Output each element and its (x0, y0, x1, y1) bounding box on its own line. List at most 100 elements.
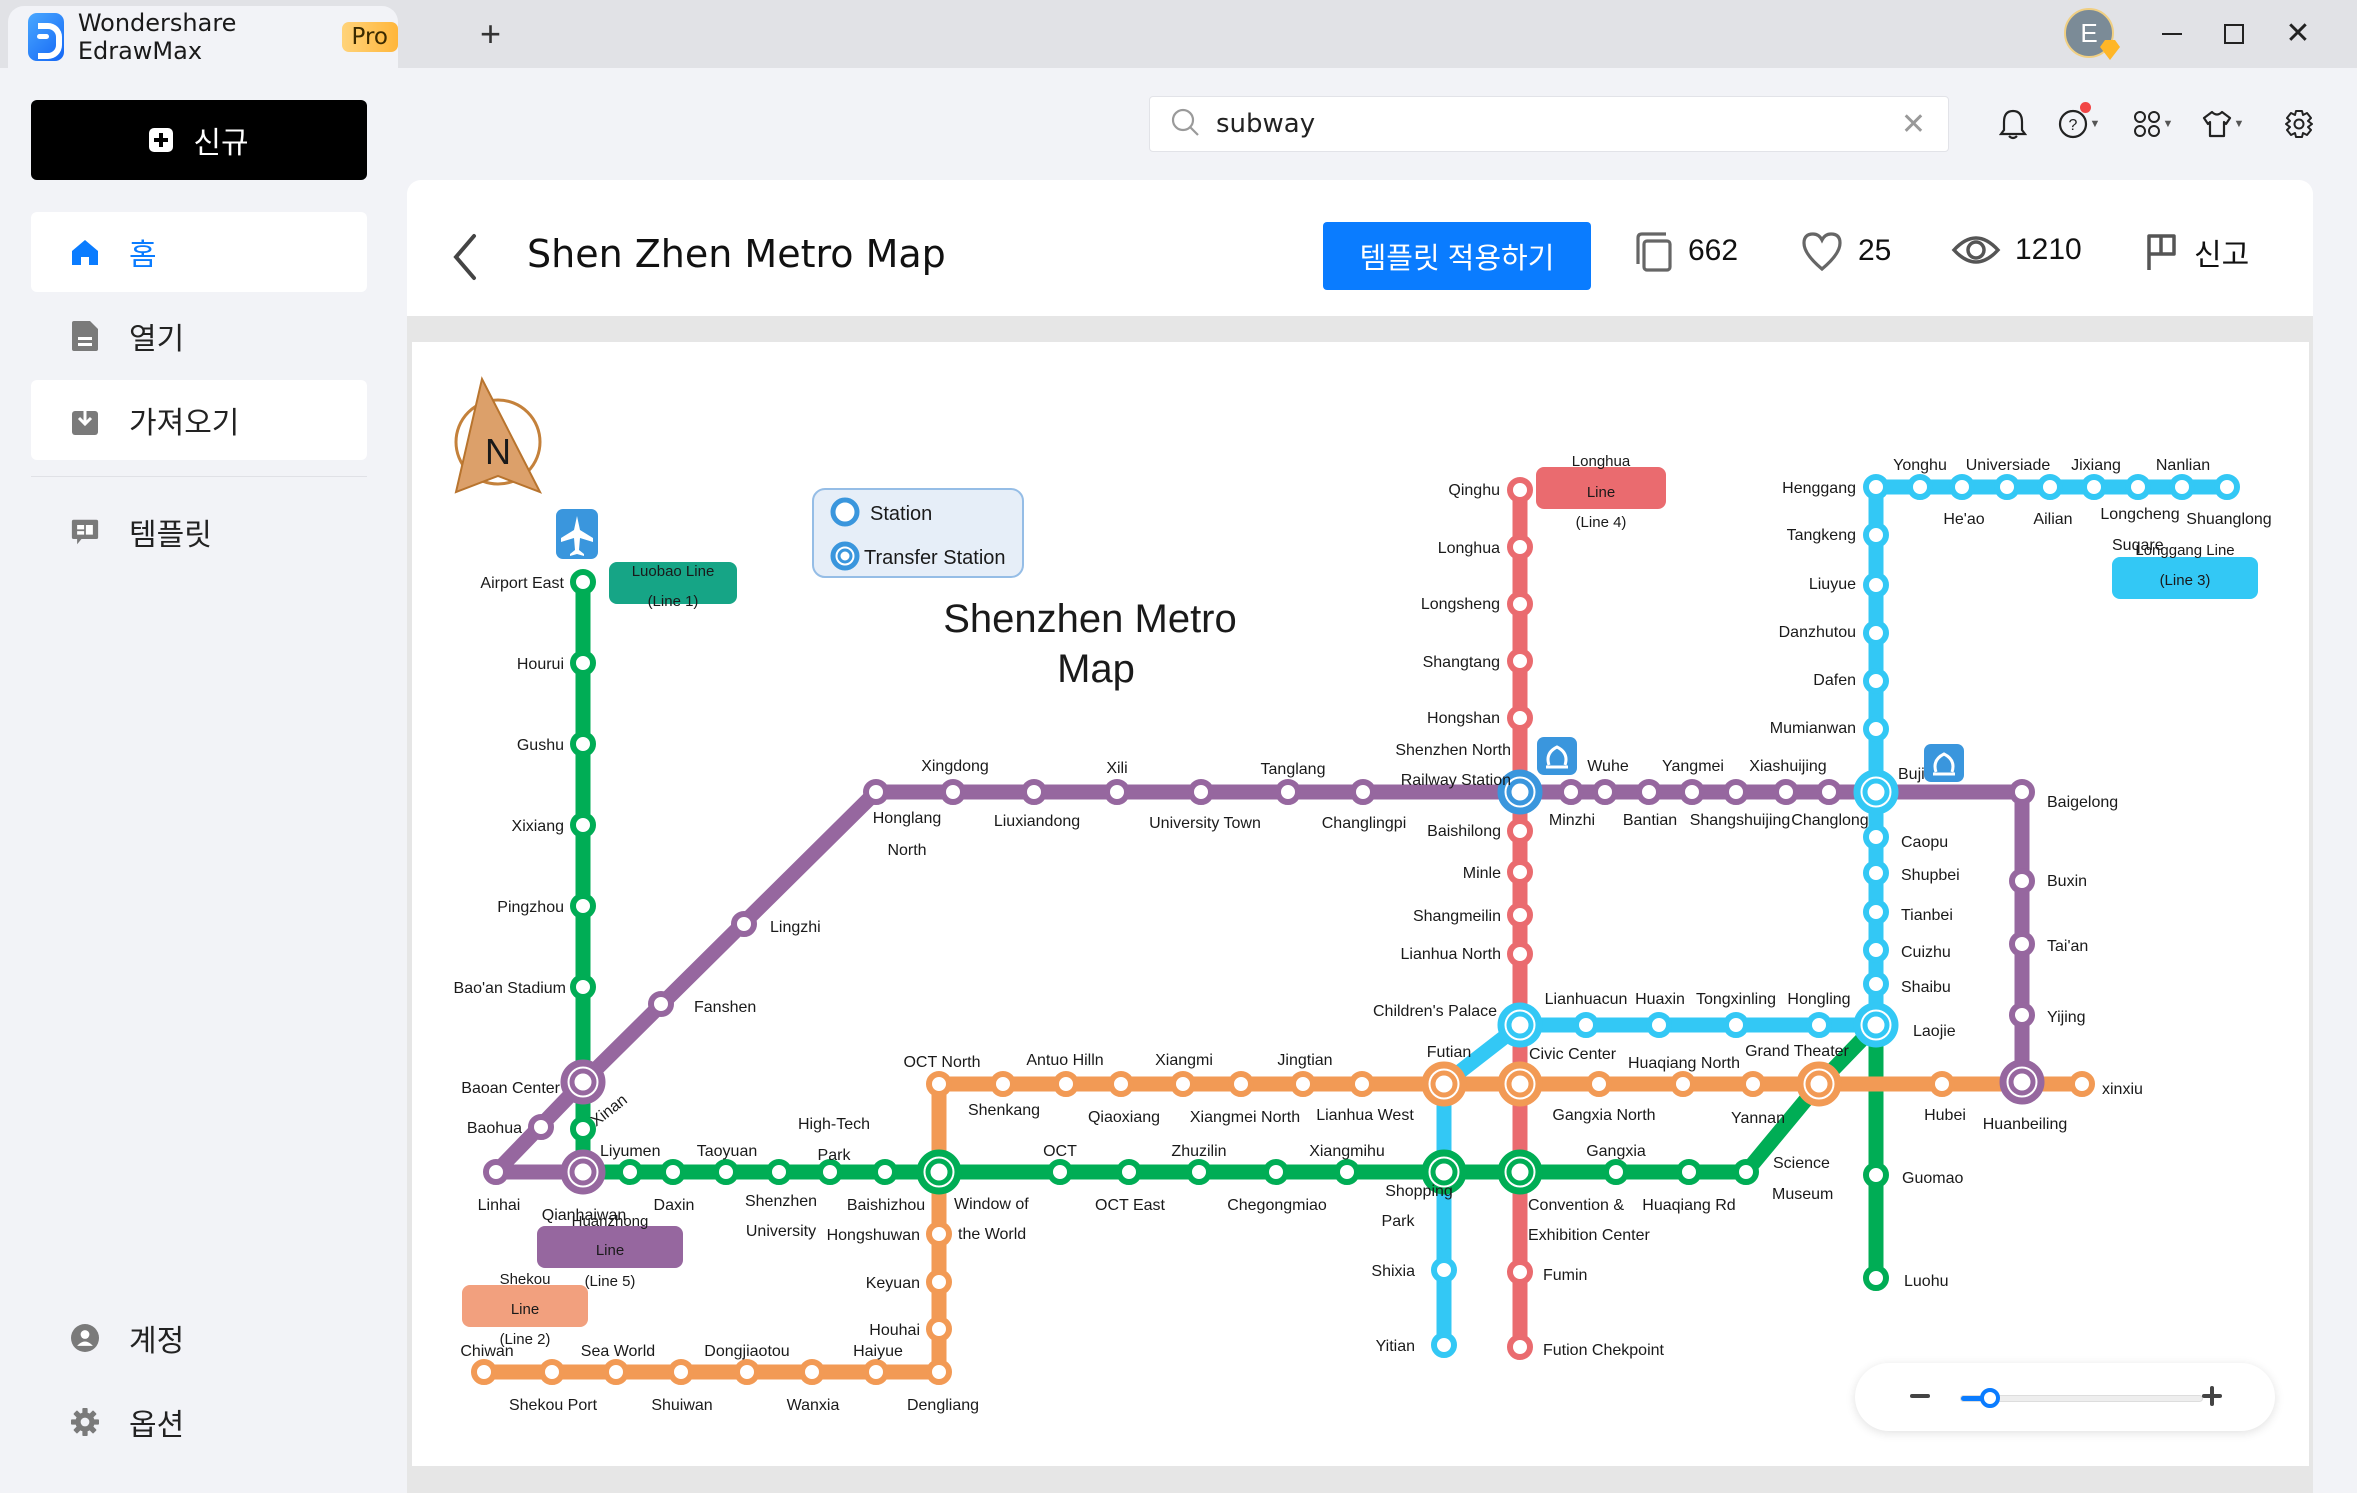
station-label: Baigelong (2047, 794, 2118, 811)
station-label: Huanbeiling (1983, 1116, 2068, 1133)
station-label: Haiyue (853, 1343, 903, 1360)
station-label: Universiade (1966, 457, 2051, 474)
station-marker (617, 1159, 643, 1185)
longhua-line-label-text: (Line 4) (1576, 514, 1627, 531)
station-marker (1116, 1159, 1142, 1185)
zoom-out-button[interactable] (1907, 1380, 1933, 1410)
station-label: Linhai (478, 1197, 521, 1214)
station-marker (1863, 1265, 1889, 1291)
station-marker (2081, 474, 2107, 500)
station-label: Tianbei (1901, 907, 1953, 924)
station-marker (1104, 779, 1130, 805)
station-marker (1863, 937, 1889, 963)
station-marker (1186, 1159, 1212, 1185)
station-label: Longhua (1438, 540, 1500, 557)
station-marker (1188, 779, 1214, 805)
station-label: Daxin (654, 1197, 695, 1214)
station-label: Shekou Port (509, 1397, 598, 1414)
legend-transfer-icon (830, 541, 860, 571)
station-label: Dafen (1813, 672, 1856, 689)
huanzhong-line-label-text: Line (596, 1242, 624, 1259)
station-label: Xiashuijing (1749, 758, 1826, 775)
station-label: Xingdong (921, 758, 989, 775)
station-label: Buxin (2047, 873, 2087, 890)
station-marker (1679, 779, 1705, 805)
station-marker (926, 1071, 952, 1097)
station-label: Buji (1898, 766, 1925, 783)
station-marker (1350, 779, 1376, 805)
station-label: Hongshuwan (827, 1227, 920, 1244)
station-label: Dongjiaotou (704, 1343, 789, 1360)
longgang-line-label-text: (Line 3) (2160, 572, 2211, 589)
station-marker (1507, 705, 1533, 731)
station-label: Bao'an Stadium (454, 980, 566, 997)
station-marker (528, 1114, 554, 1140)
huanzhong-line-label-text: Huanzhong (572, 1213, 649, 1230)
station-marker (731, 911, 757, 937)
station-label: Shenkang (968, 1102, 1040, 1119)
station-label: Honglang (873, 810, 942, 827)
station-marker (1053, 1071, 1079, 1097)
station-marker (799, 1359, 825, 1385)
station-marker (1863, 971, 1889, 997)
station-label: Yannan (1731, 1110, 1785, 1127)
shekou-line-label-text: (Line 2) (500, 1331, 551, 1348)
railway-station-icon (1924, 744, 1964, 782)
station-marker (1431, 1332, 1457, 1358)
station-marker (2009, 779, 2035, 805)
station-marker (648, 991, 674, 1017)
station-label: Exhibition Center (1528, 1227, 1651, 1244)
station-label: Baishilong (1427, 823, 1501, 840)
station-label: Park (818, 1147, 852, 1164)
station-marker (1170, 1071, 1196, 1097)
station-label: Zhuzilin (1171, 1143, 1226, 1160)
zoom-slider[interactable] (1960, 1388, 2203, 1408)
station-label: Science (1773, 1155, 1830, 1172)
station-label: Houhai (869, 1322, 920, 1339)
station-label: Fumin (1543, 1267, 1587, 1284)
station-marker (1863, 572, 1889, 598)
station-label: Cuizhu (1901, 944, 1951, 961)
station-marker (2125, 474, 2151, 500)
station-label: Antuo Hilln (1026, 1052, 1103, 1069)
station-label: Park (1382, 1213, 1416, 1230)
station-label: Bantian (1623, 812, 1677, 829)
station-marker (1806, 1012, 1832, 1038)
station-label: Tongxinling (1696, 991, 1776, 1008)
map-title-line2: Map (1057, 647, 1135, 691)
huanzhong-line-label-text: (Line 5) (585, 1273, 636, 1290)
station-label: Hourui (517, 656, 564, 673)
zoom-slider-thumb[interactable] (1979, 1388, 2000, 1408)
station-label: Laojie (1913, 1023, 1956, 1040)
station-marker (1507, 859, 1533, 885)
zoom-in-button[interactable] (2199, 1380, 2225, 1410)
station-marker (1676, 1159, 1702, 1185)
station-marker (1723, 779, 1749, 805)
station-marker (1863, 899, 1889, 925)
legend-station-icon (830, 497, 860, 527)
station-label: Longsheng (1421, 596, 1500, 613)
station-label: Yijing (2047, 1009, 2086, 1026)
longgang-line-path (1436, 479, 2227, 1345)
station-label: Liuyue (1809, 576, 1856, 593)
station-label: Longcheng (2100, 506, 2179, 523)
luobao-line-label-text: (Line 1) (648, 593, 699, 610)
station-label: Baoan Center (461, 1080, 560, 1097)
station-marker (1670, 1071, 1696, 1097)
station-label: Shuiwan (651, 1397, 712, 1414)
station-label: Mumianwan (1770, 720, 1856, 737)
station-marker (483, 1159, 509, 1185)
station-marker (926, 1269, 952, 1295)
railway-station-icon (1537, 737, 1577, 775)
station-marker (1863, 1162, 1889, 1188)
station-label: Convention & (1528, 1197, 1624, 1214)
station-label: Danzhutou (1779, 624, 1856, 641)
map-title-line1: Shenzhen Metro (943, 597, 1237, 641)
station-marker (1646, 1012, 1672, 1038)
station-label: Taoyuan (697, 1143, 758, 1160)
station-label: Grand Theater (1745, 1043, 1849, 1060)
station-marker (990, 1071, 1016, 1097)
station-marker (1863, 474, 1889, 500)
station-marker (1507, 477, 1533, 503)
station-label: Museum (1772, 1186, 1833, 1203)
